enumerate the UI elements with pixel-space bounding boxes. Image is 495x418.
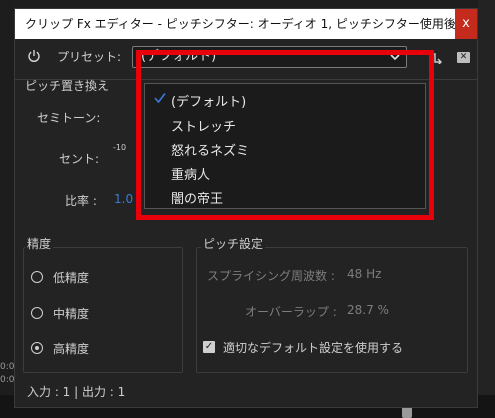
overlap-value: 28.7 % [347, 303, 389, 317]
mid-precision-label[interactable]: 中精度 [53, 305, 89, 322]
background-timecode-a: 0:0 [0, 362, 15, 372]
use-defaults-checkbox[interactable]: ✓ [203, 341, 215, 353]
background-right-panel [478, 0, 495, 418]
high-precision-label[interactable]: 高精度 [53, 340, 89, 357]
io-status: 入力 : 1 | 出力 : 1 [27, 385, 126, 399]
low-precision-label[interactable]: 低精度 [53, 269, 89, 286]
power-icon[interactable] [27, 49, 41, 63]
precision-group [23, 247, 183, 373]
radio-mid-precision[interactable] [31, 307, 43, 319]
semitone-label: セミトーン: [37, 111, 101, 125]
background-left-panel: 0:0 0:0 [0, 0, 14, 418]
use-defaults-label[interactable]: 適切なデフォルト設定を使用する [223, 339, 403, 356]
preset-label: プリセット: [57, 50, 122, 64]
precision-header: 精度 [25, 235, 54, 252]
radio-low-precision[interactable] [31, 271, 43, 283]
pitch-shift-header: ピッチ置き換え [25, 79, 110, 93]
overlap-label: オーバーラップ : [245, 305, 337, 319]
red-highlight-frame [136, 50, 434, 220]
cent-label: セント: [59, 152, 100, 166]
ratio-value[interactable]: 1.0 [114, 192, 133, 206]
pitch-settings-header: ピッチ設定 [201, 235, 266, 252]
delete-preset-icon[interactable]: ✕ [457, 52, 470, 63]
background-timecode-b: 0:0 [0, 375, 15, 385]
splicing-frequency-value: 48 Hz [347, 267, 382, 281]
cent-min-label: -10 [113, 143, 127, 152]
clip-fx-editor-dialog: クリップ Fx エディター - ピッチシフター: オーディオ 1, ピッチシフタ… [14, 8, 478, 408]
splicing-frequency-label: スプライシング周波数 : [207, 269, 335, 283]
close-button[interactable]: x [455, 9, 477, 39]
radio-high-precision[interactable] [31, 342, 43, 354]
window-title: クリップ Fx エディター - ピッチシフター: オーディオ 1, ピッチシフタ… [15, 9, 477, 39]
ratio-label: 比率 : [65, 194, 97, 208]
